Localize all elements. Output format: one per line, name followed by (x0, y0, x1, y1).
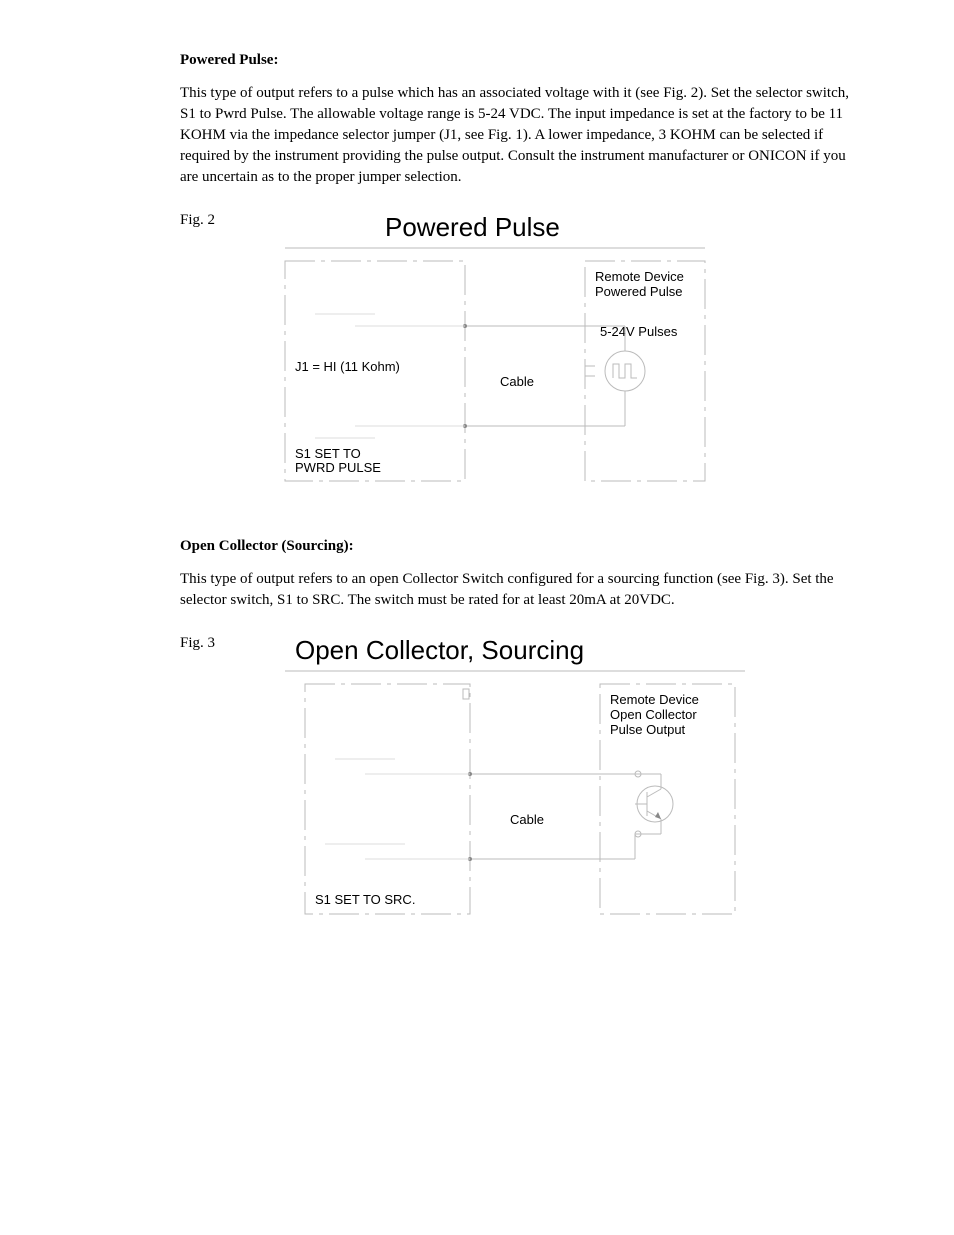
figure-3-label: Fig. 3 (180, 629, 215, 654)
remote-device-label: Remote Device (595, 269, 684, 284)
cable-label: Cable (500, 374, 534, 389)
diagram-title: Powered Pulse (385, 212, 560, 242)
figure-3-diagram: Open Collector, Sourcing Remote Device O… (255, 629, 755, 939)
figure-3-row: Fig. 3 Open Collector, Sourcing Remote D… (180, 629, 864, 939)
section-heading-powered-pulse: Powered Pulse: (180, 50, 864, 71)
figure-2-label: Fig. 2 (180, 206, 215, 231)
remote-device-label: Remote Device (610, 692, 699, 707)
j1-label: J1 = HI (11 Kohm) (295, 359, 400, 374)
pulse-output-label: Pulse Output (610, 722, 686, 737)
remote-device-pulse-label: Powered Pulse (595, 284, 682, 299)
paragraph-powered-pulse: This type of output refers to a pulse wh… (180, 83, 864, 188)
transistor-icon (635, 786, 673, 822)
s1-label-line2: PWRD PULSE (295, 460, 381, 475)
paragraph-open-collector: This type of output refers to an open Co… (180, 569, 864, 611)
cable-label: Cable (510, 812, 544, 827)
s1-label-line1: S1 SET TO (295, 446, 361, 461)
figure-2-diagram: Powered Pulse Remote Device Powered Puls… (255, 206, 725, 506)
section-heading-open-collector: Open Collector (Sourcing): (180, 536, 864, 557)
figure-2-row: Fig. 2 Powered Pulse Remote Device Power… (180, 206, 864, 506)
s1-label: S1 SET TO SRC. (315, 892, 415, 907)
open-collector-label: Open Collector (610, 707, 697, 722)
diagram-title: Open Collector, Sourcing (295, 635, 584, 665)
